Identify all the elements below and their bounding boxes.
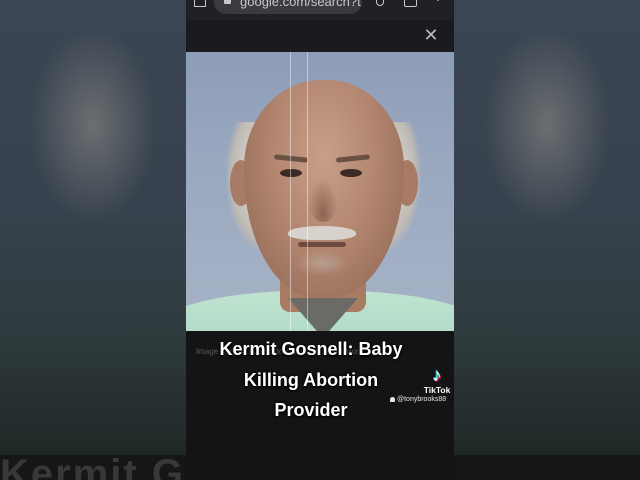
caption-line: Kermit Gosnell: Baby — [219, 339, 403, 359]
image-viewer-header — [186, 20, 454, 52]
video-caption: Kermit Gosnell: Baby Killing Abortion Pr… — [186, 334, 436, 426]
phone-screen: google.com/search?t ⋮ ✕ Image may be sub… — [186, 0, 454, 480]
scan-line — [290, 52, 291, 331]
tabs-icon[interactable] — [404, 0, 417, 7]
creator-handle: @tonybrooks88 — [390, 396, 446, 403]
eye-right — [340, 169, 362, 177]
mouth — [298, 242, 346, 247]
lock-icon — [224, 0, 231, 4]
tiktok-logo-icon: ♪ — [432, 365, 442, 385]
browser-toolbar: google.com/search?t ⋮ — [186, 0, 454, 20]
eye-left — [280, 169, 302, 177]
tiktok-wordmark: TikTok — [423, 385, 451, 395]
chin-stubble — [294, 250, 350, 276]
user-icon — [390, 396, 395, 402]
url-text[interactable]: google.com/search?t — [240, 0, 361, 9]
nose — [308, 178, 338, 222]
close-icon[interactable]: ✕ — [423, 21, 439, 49]
mugshot-image — [186, 52, 454, 331]
blurred-background-right — [454, 0, 640, 480]
mic-icon[interactable] — [376, 0, 384, 6]
caption-line: Killing Abortion — [243, 369, 379, 390]
blurred-background-left — [0, 0, 186, 480]
creator-handle-text: @tonybrooks88 — [397, 396, 447, 403]
mustache — [288, 226, 356, 240]
home-icon[interactable] — [194, 0, 206, 7]
scan-line — [307, 52, 308, 331]
tiktok-watermark: ♪ TikTok — [422, 366, 452, 395]
